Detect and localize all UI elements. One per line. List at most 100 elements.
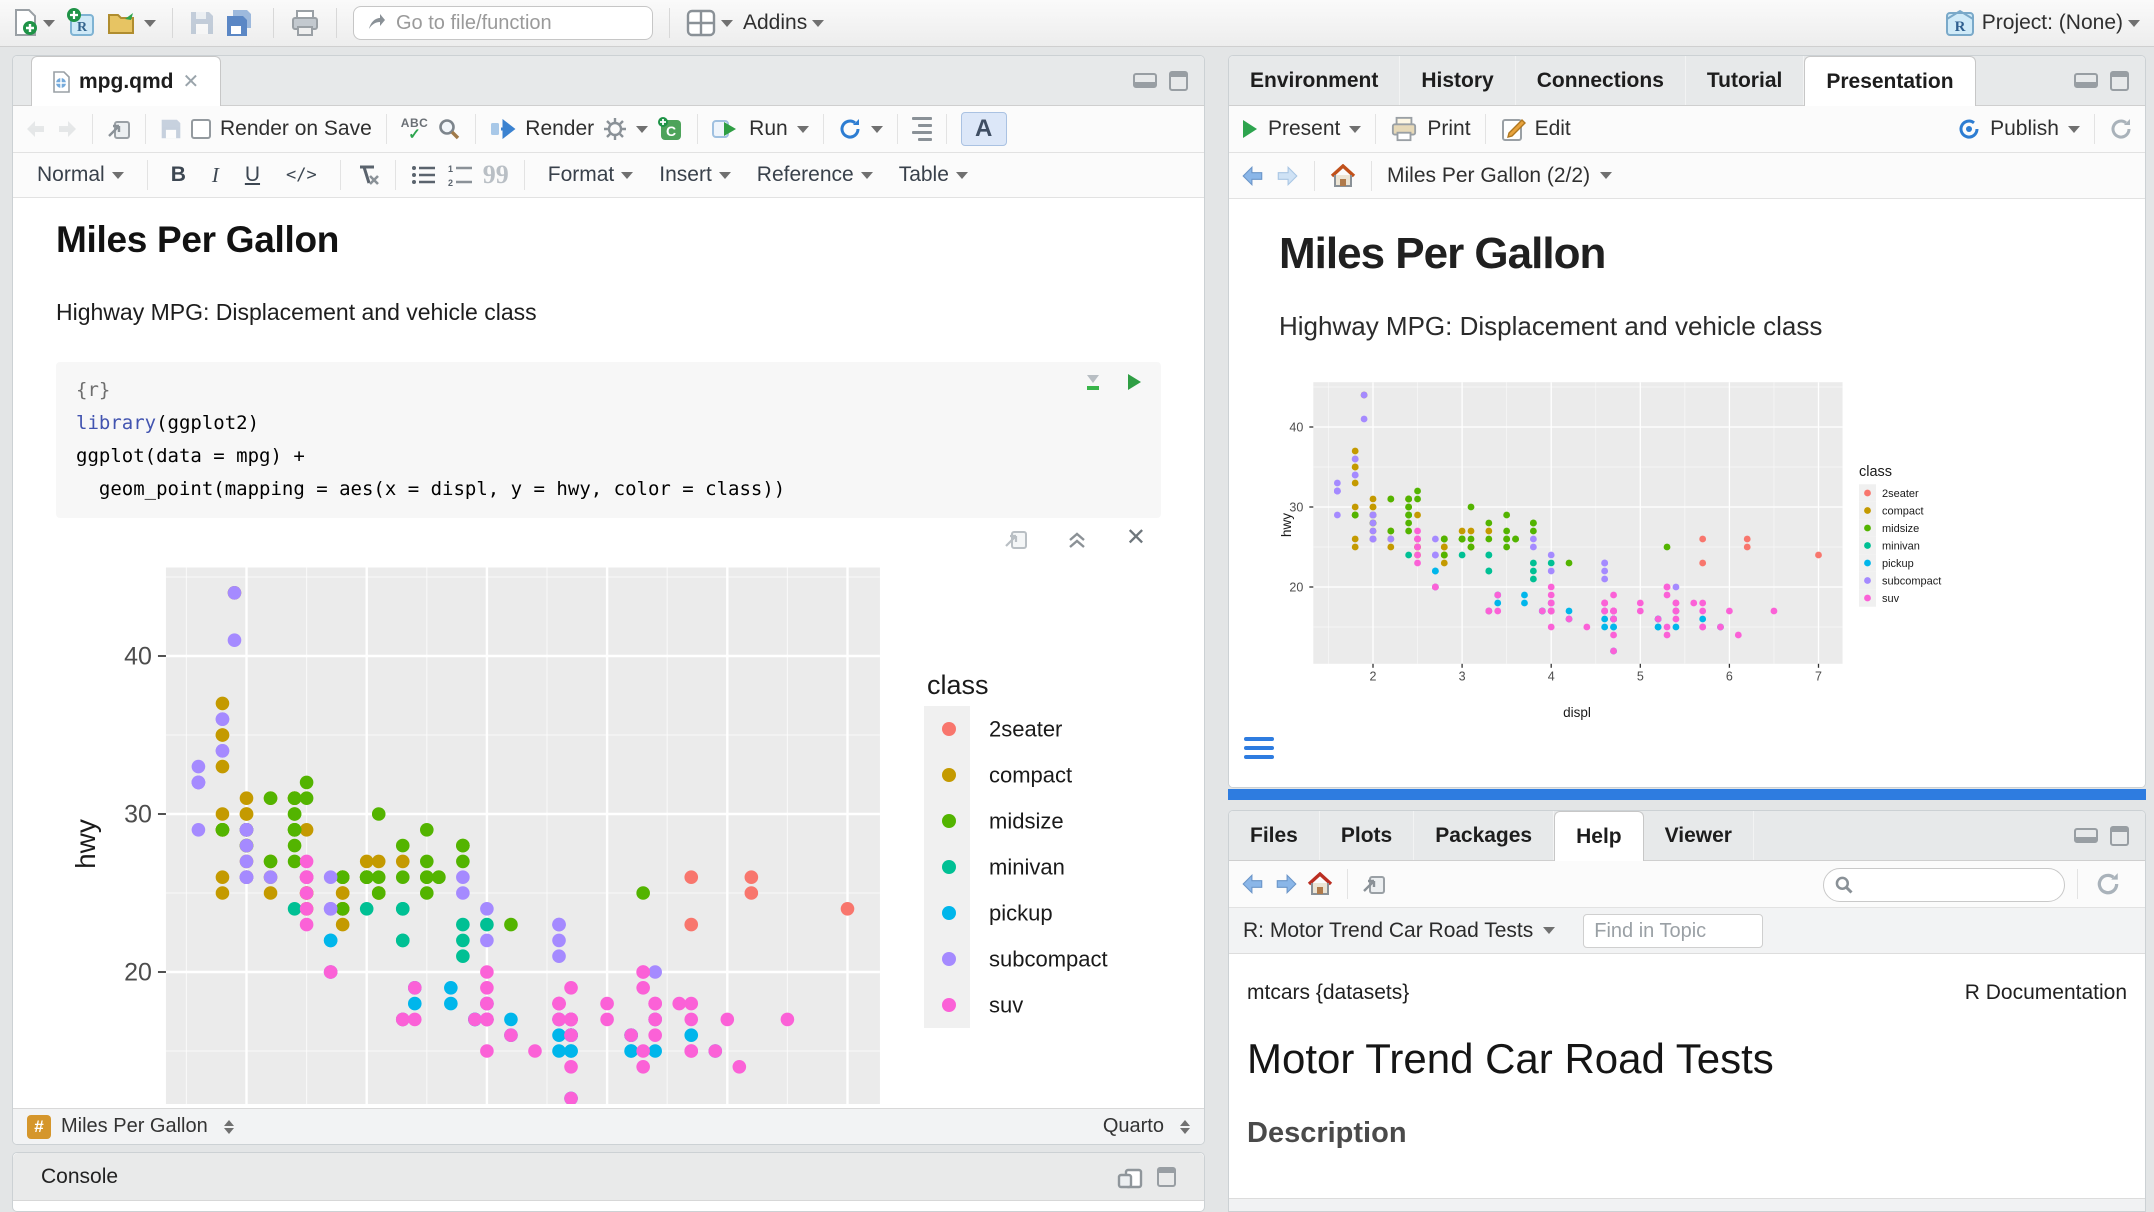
console-popout-icon[interactable] (1117, 1165, 1143, 1189)
new-file-button[interactable] (14, 9, 55, 37)
goto-file-input[interactable] (394, 11, 624, 36)
table-menu[interactable]: Table (891, 163, 976, 187)
save-button[interactable] (189, 10, 215, 36)
help-search-box[interactable] (1823, 868, 2065, 902)
find-in-topic-input[interactable] (1584, 915, 1744, 948)
slide-nav-title[interactable]: Miles Per Gallon (2/2) (1387, 164, 1590, 188)
pane-splitter[interactable] (1228, 789, 2146, 800)
present-caret[interactable] (1349, 126, 1361, 133)
open-file-button[interactable] (107, 9, 156, 37)
status-doc-type[interactable]: Quarto (1103, 1115, 1164, 1138)
tab-label: Presentation (1826, 70, 1953, 94)
paragraph-style-menu[interactable]: Normal (29, 163, 132, 187)
tab-viewer[interactable]: Viewer (1644, 811, 1754, 860)
new-project-button[interactable]: R (65, 7, 97, 39)
underline-button[interactable]: U (237, 163, 268, 187)
tab-plots[interactable]: Plots (1320, 811, 1414, 860)
back-icon[interactable] (25, 119, 47, 139)
forward-icon[interactable] (1275, 165, 1299, 187)
minimize-icon[interactable] (1133, 73, 1157, 88)
code-chunk[interactable]: {r} library(ggplot2) ggplot(data = mpg) … (56, 362, 1161, 518)
back-icon[interactable] (1241, 873, 1265, 895)
maximize-icon[interactable] (2110, 826, 2129, 846)
rerun-icon[interactable] (838, 117, 862, 141)
render-options-caret[interactable] (636, 126, 648, 133)
doc-type-picker-icon[interactable] (1180, 1120, 1190, 1134)
gear-icon[interactable] (603, 117, 627, 141)
reference-menu[interactable]: Reference (749, 163, 881, 187)
visual-editor-toggle[interactable]: A (961, 112, 1007, 146)
help-topic-caret[interactable] (1543, 927, 1555, 934)
bold-button[interactable]: B (163, 163, 194, 187)
popout-icon[interactable] (107, 118, 131, 140)
back-icon[interactable] (1241, 165, 1265, 187)
print-button[interactable] (290, 9, 320, 37)
help-scrollbar-track[interactable] (1229, 1198, 2145, 1211)
minimize-icon[interactable] (2074, 73, 2098, 88)
slide-menu-icon[interactable] (1244, 737, 1274, 759)
publish-button[interactable]: Publish (1990, 117, 2059, 141)
pane-layout-button[interactable] (686, 9, 733, 37)
tab-close-icon[interactable]: ✕ (183, 69, 200, 94)
refresh-icon[interactable] (2095, 871, 2121, 897)
edit-button[interactable]: Edit (1535, 117, 1571, 141)
goto-file-box[interactable] (353, 6, 653, 40)
clear-format-icon[interactable] (356, 164, 380, 186)
minimize-icon[interactable] (2074, 828, 2098, 843)
tab-mpg-qmd[interactable]: mpg.qmd ✕ (31, 56, 221, 106)
home-icon[interactable] (1330, 164, 1356, 188)
collapse-output-icon[interactable] (1066, 528, 1088, 550)
section-picker-icon[interactable] (224, 1120, 234, 1134)
find-in-topic-box[interactable] (1583, 914, 1763, 948)
maximize-icon[interactable] (2110, 71, 2129, 91)
forward-icon[interactable] (56, 119, 78, 139)
project-menu[interactable]: R Project: (None) (1943, 7, 2140, 39)
console-maximize-icon[interactable] (1157, 1167, 1176, 1187)
run-button[interactable]: Run (749, 117, 788, 141)
tab-connections[interactable]: Connections (1516, 56, 1686, 105)
home-icon[interactable] (1307, 872, 1333, 896)
italic-button[interactable]: I (204, 163, 227, 188)
render-button[interactable]: Render (525, 117, 594, 141)
tab-help[interactable]: Help (1554, 811, 1644, 861)
run-chunks-above-icon[interactable] (1083, 372, 1103, 392)
maximize-icon[interactable] (1169, 71, 1188, 91)
render-on-save-checkbox[interactable] (191, 119, 211, 139)
bullet-list-icon[interactable] (411, 164, 437, 186)
numbered-list-icon[interactable]: 12 (447, 164, 473, 186)
rerun-caret[interactable] (871, 126, 883, 133)
slide-nav-caret[interactable] (1600, 172, 1612, 179)
format-menu[interactable]: Format (540, 163, 642, 187)
status-section-label[interactable]: Miles Per Gallon (61, 1115, 208, 1138)
print-button[interactable]: Print (1427, 117, 1470, 141)
insert-menu[interactable]: Insert (651, 163, 739, 187)
refresh-icon[interactable] (2109, 117, 2133, 141)
save-all-button[interactable] (225, 9, 257, 37)
blockquote-icon[interactable]: 99 (483, 160, 509, 190)
publish-caret[interactable] (2068, 126, 2080, 133)
clear-output-icon[interactable]: ✕ (1126, 528, 1146, 550)
save-icon[interactable] (160, 118, 182, 140)
tab-files[interactable]: Files (1229, 811, 1320, 860)
tab-tutorial[interactable]: Tutorial (1686, 56, 1804, 105)
present-button[interactable]: Present (1268, 117, 1340, 141)
addins-menu[interactable]: Addins (743, 11, 824, 35)
forward-icon[interactable] (1274, 873, 1298, 895)
spellcheck-icon[interactable]: ABC✓ (401, 118, 429, 140)
outline-icon[interactable] (912, 117, 932, 141)
code-button[interactable]: </> (278, 165, 325, 185)
help-search-input[interactable] (1860, 873, 2050, 897)
help-topic-label[interactable]: R: Motor Trend Car Road Tests (1243, 919, 1533, 943)
popout-output-icon[interactable] (1004, 528, 1028, 550)
run-caret[interactable] (797, 126, 809, 133)
tab-history[interactable]: History (1400, 56, 1515, 105)
tab-packages[interactable]: Packages (1414, 811, 1554, 860)
toolbar-separator (386, 114, 387, 144)
search-icon[interactable] (437, 117, 461, 141)
console-header[interactable]: Console (13, 1153, 1204, 1201)
run-chunk-icon[interactable] (1125, 372, 1143, 392)
insert-chunk-icon[interactable]: C (657, 116, 683, 142)
tab-presentation[interactable]: Presentation (1804, 56, 1975, 106)
popout-icon[interactable] (1362, 873, 1386, 895)
tab-environment[interactable]: Environment (1229, 56, 1400, 105)
